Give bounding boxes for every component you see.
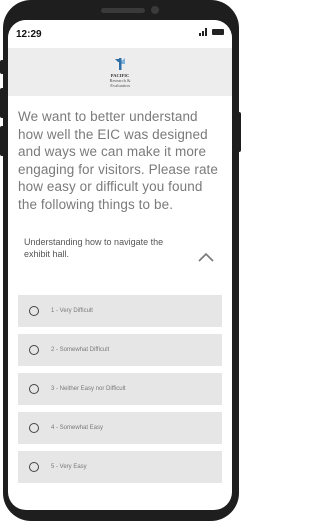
radio-button[interactable]	[29, 384, 39, 394]
option-label: 4 - Somewhat Easy	[51, 425, 104, 431]
radio-button[interactable]	[29, 345, 39, 355]
rating-option-2[interactable]: 2 - Somewhat Difficult	[18, 334, 222, 366]
radio-button[interactable]	[29, 306, 39, 316]
option-label: 3 - Neither Easy nor Difficult	[51, 386, 126, 392]
speaker-grille	[101, 8, 145, 13]
option-label: 1 - Very Difficult	[51, 308, 93, 314]
logo-icon	[115, 58, 125, 70]
logo-header: PACIFIC Research & Evaluation	[8, 48, 232, 96]
radio-button[interactable]	[29, 423, 39, 433]
question-text: Understanding how to navigate the exhibi…	[24, 237, 164, 259]
logo-text: PACIFIC Research & Evaluation	[109, 73, 130, 88]
rating-option-4[interactable]: 4 - Somewhat Easy	[18, 412, 222, 444]
status-time: 12:29	[16, 28, 42, 40]
signal-icon	[199, 28, 207, 36]
phone-mockup: 12:29 PACIFIC Research & Evaluation We w…	[0, 0, 241, 521]
screen: 12:29 PACIFIC Research & Evaluation We w…	[8, 20, 232, 510]
option-label: 2 - Somewhat Difficult	[51, 347, 110, 353]
camera-icon	[151, 6, 159, 14]
rating-options: 1 - Very Difficult 2 - Somewhat Difficul…	[18, 295, 222, 483]
intro-text: We want to better understand how well th…	[18, 109, 219, 212]
status-bar: 12:29	[8, 20, 232, 48]
power-button	[236, 112, 241, 152]
battery-icon	[212, 29, 224, 35]
rating-option-3[interactable]: 3 - Neither Easy nor Difficult	[18, 373, 222, 405]
radio-button[interactable]	[29, 462, 39, 472]
status-icons	[199, 28, 224, 36]
chevron-up-icon[interactable]	[198, 252, 214, 262]
question-accordion[interactable]: Understanding how to navigate the exhibi…	[18, 237, 222, 285]
rating-option-1[interactable]: 1 - Very Difficult	[18, 295, 222, 327]
rating-option-5[interactable]: 5 - Very Easy	[18, 451, 222, 483]
logo-line-3: Evaluation	[110, 83, 130, 88]
option-label: 5 - Very Easy	[51, 464, 87, 470]
